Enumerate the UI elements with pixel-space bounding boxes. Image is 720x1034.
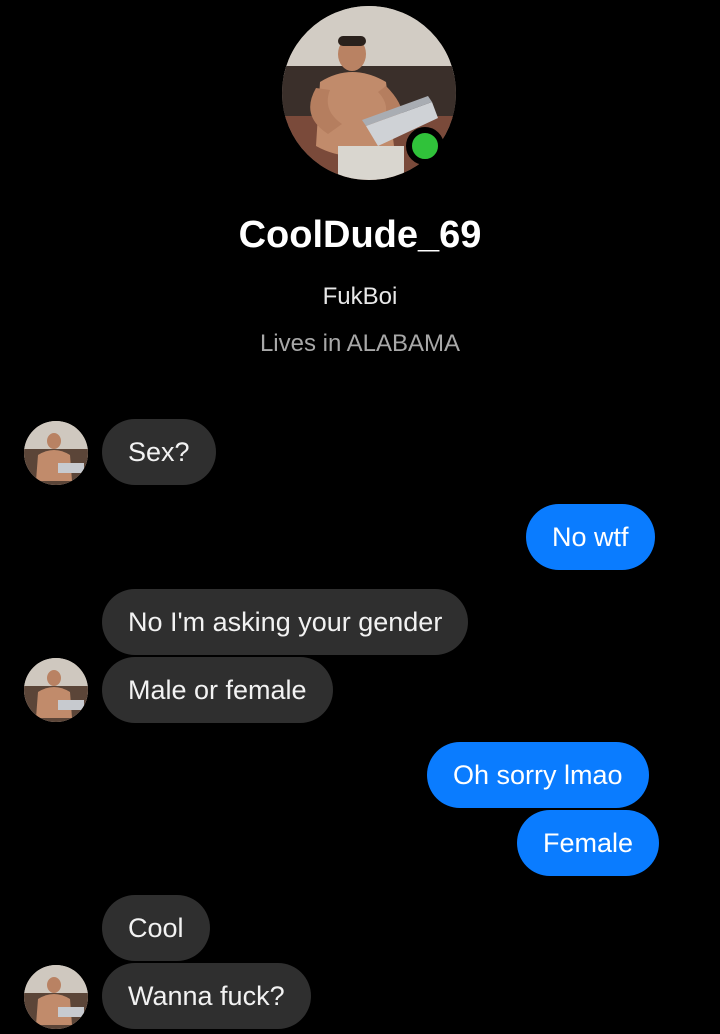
incoming-message[interactable]: Wanna fuck?: [102, 963, 311, 1029]
incoming-message[interactable]: Sex?: [102, 419, 216, 485]
contact-avatar[interactable]: [24, 658, 88, 722]
incoming-message[interactable]: Male or female: [102, 657, 333, 723]
contact-avatar[interactable]: [24, 965, 88, 1029]
online-status-dot: [406, 127, 444, 165]
outgoing-message[interactable]: No wtf: [526, 504, 655, 570]
profile-name: CoolDude_69: [238, 214, 482, 256]
incoming-message[interactable]: Cool: [102, 895, 210, 961]
profile-nickname: FukBoi: [322, 283, 398, 310]
outgoing-message[interactable]: Oh sorry lmao: [427, 742, 649, 808]
outgoing-message[interactable]: Female: [517, 810, 660, 876]
contact-avatar[interactable]: [24, 421, 88, 485]
incoming-message[interactable]: No I'm asking your gender: [102, 589, 469, 655]
profile-location: Lives in ALABAMA: [259, 330, 461, 357]
